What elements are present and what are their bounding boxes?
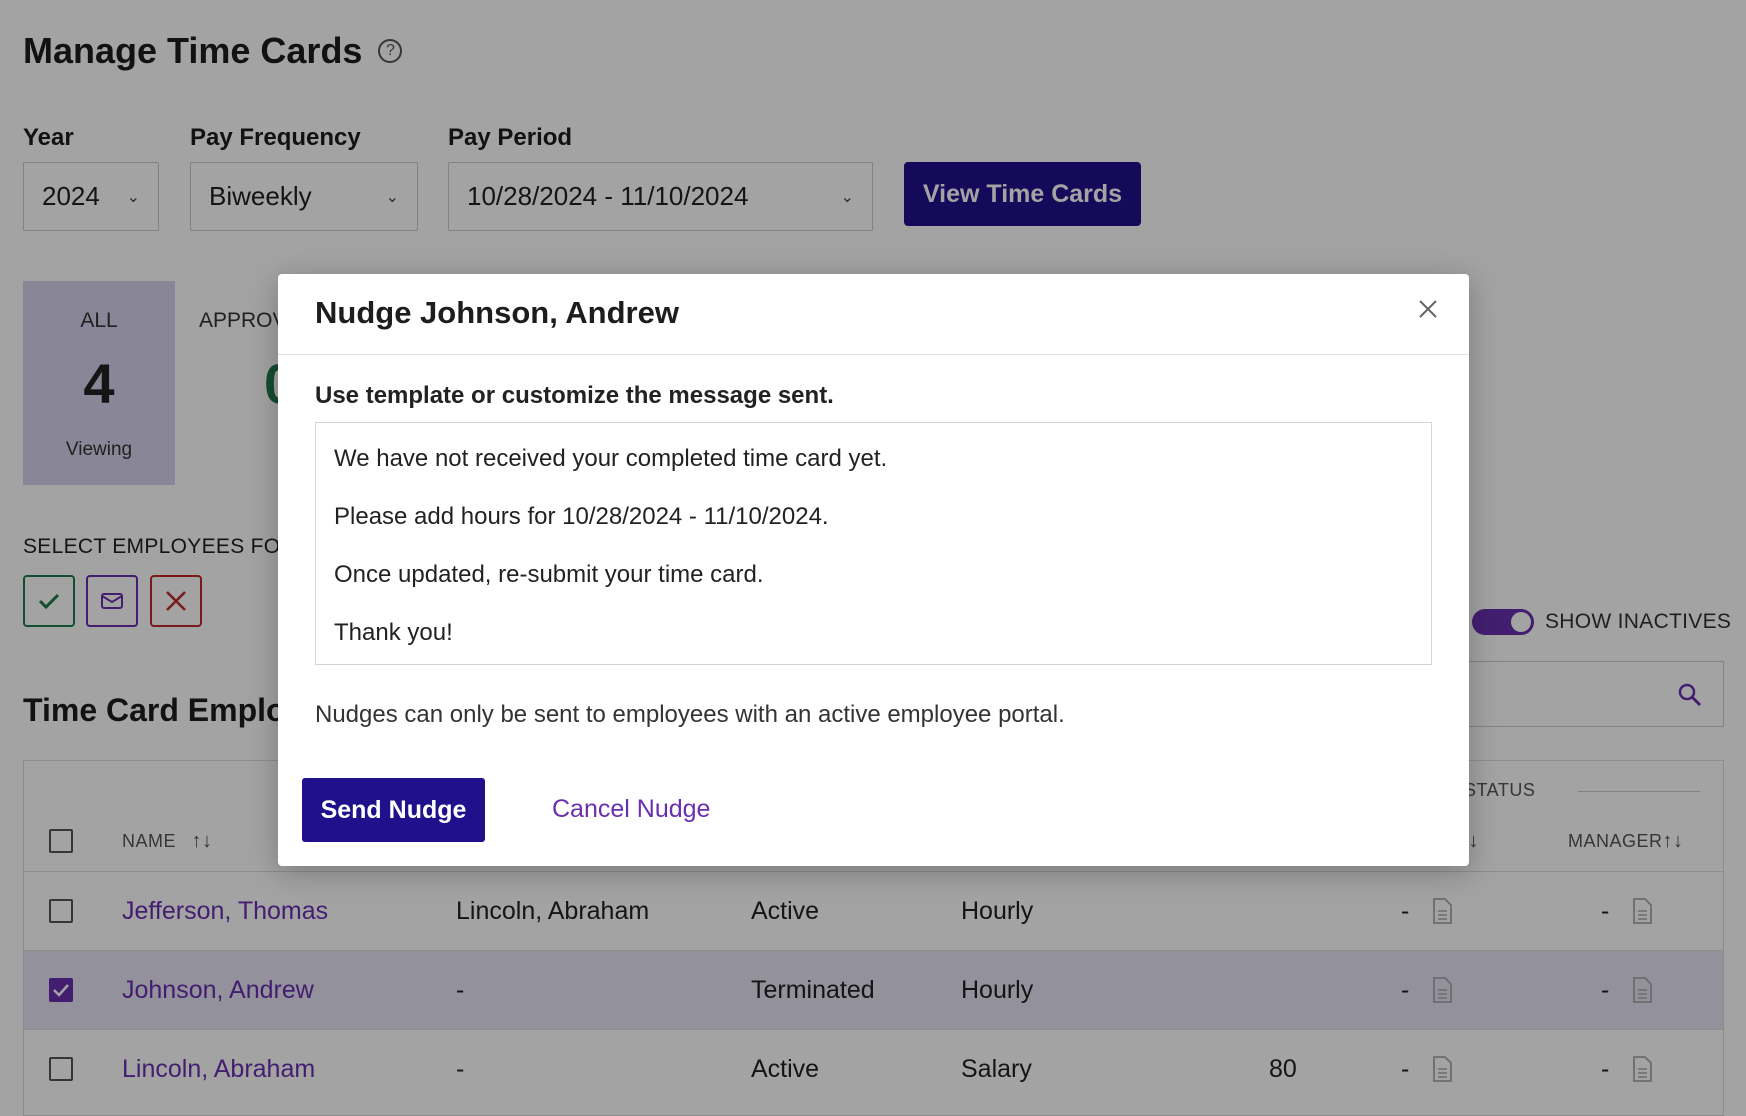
dialog-header: Nudge Johnson, Andrew (278, 274, 1469, 355)
message-line: We have not received your completed time… (334, 445, 888, 472)
message-line: Once updated, re-submit your time card. (334, 561, 764, 588)
dialog-instruction: Use template or customize the message se… (315, 382, 834, 409)
dialog-note: Nudges can only be sent to employees wit… (315, 701, 1065, 728)
message-line: Please add hours for 10/28/2024 - 11/10/… (334, 503, 829, 530)
dialog-title: Nudge Johnson, Andrew (315, 295, 679, 330)
message-line: Thank you! (334, 619, 453, 646)
nudge-dialog: Nudge Johnson, Andrew Use template or cu… (278, 274, 1469, 866)
nudge-message-textarea[interactable]: We have not received your completed time… (315, 422, 1432, 665)
close-icon[interactable] (1415, 296, 1441, 322)
send-nudge-button[interactable]: Send Nudge (302, 778, 485, 842)
cancel-nudge-link[interactable]: Cancel Nudge (552, 795, 710, 824)
